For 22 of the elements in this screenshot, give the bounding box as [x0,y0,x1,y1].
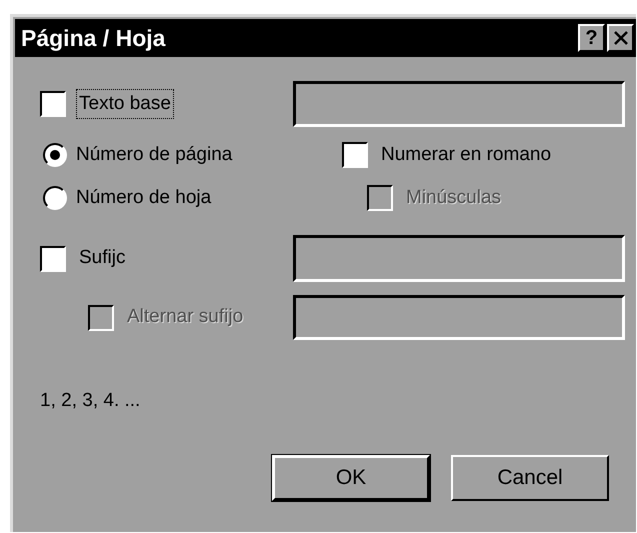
checkbox[interactable] [40,246,66,272]
cancel-button[interactable]: Cancel [451,455,609,501]
window-title: Página / Hoja [21,24,166,53]
radio-button[interactable] [43,186,67,210]
radio-label: Número de página [76,142,232,167]
checkbox-label: Texto base [76,88,174,120]
checkbox-label: Minúsculas [405,186,502,210]
checkbox-label: Alternar sufijo [126,305,244,330]
close-icon [614,31,628,45]
checkbox[interactable] [40,91,66,117]
radio-button[interactable] [43,143,67,167]
input-field[interactable] [293,81,625,127]
help-button[interactable]: ? [578,24,605,52]
checkbox[interactable] [342,142,368,168]
ok-button[interactable]: OK [272,455,430,501]
checkbox-label: Numerar en romano [380,142,552,167]
input-field[interactable] [293,235,625,282]
numbering-preview: 1, 2, 3, 4. ... [40,388,140,413]
close-button[interactable] [607,24,634,52]
radio-label: Número de hoja [76,186,212,210]
input-field[interactable] [293,295,625,340]
checkbox-label: Sufijc [78,246,126,270]
